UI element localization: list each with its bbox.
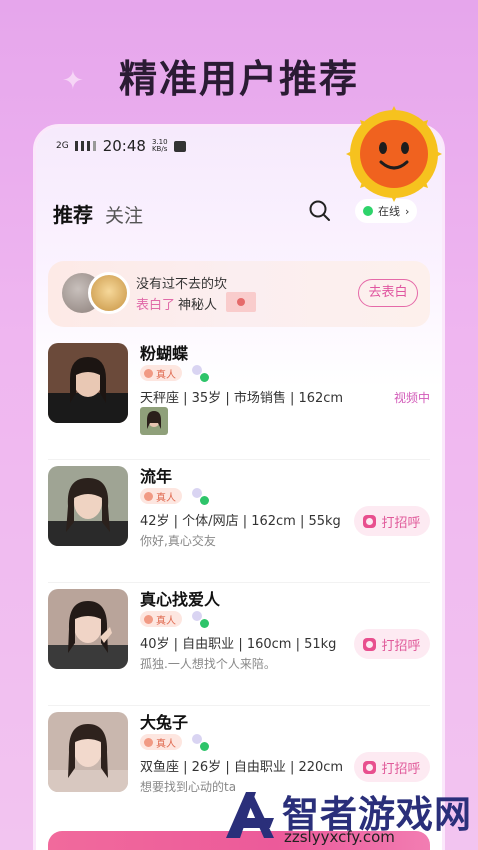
video-status: 视频中 [393, 391, 430, 405]
verified-label: 真人 [156, 615, 176, 627]
greet-label: 打招呼 [381, 761, 421, 777]
banner-target: 神秘人 [178, 298, 218, 313]
confession-banner[interactable]: 没有过不去的坎 表白了 神秘人 去表白 [48, 261, 430, 327]
id-verified-icon [188, 487, 209, 505]
user-thumbnail[interactable] [140, 407, 168, 435]
tab-recommend[interactable]: 推荐 [53, 193, 93, 228]
user-info: 42岁 | 个体/网店 | 162cm | 55kg [140, 514, 341, 529]
greet-button[interactable]: 打招呼 [354, 506, 430, 536]
tab-bar: 推荐 关注 [53, 193, 143, 228]
chat-icon [363, 514, 377, 528]
online-filter[interactable]: 在线 › [355, 199, 418, 223]
banner-line1: 没有过不去的坎 [136, 277, 228, 292]
user-name: 大兔子 [140, 713, 189, 732]
user-name: 真心找爱人 [140, 590, 221, 609]
shield-icon [144, 491, 153, 501]
chat-icon [363, 637, 377, 651]
user-name: 粉蝴蝶 [140, 344, 189, 363]
greet-button[interactable]: 打招呼 [354, 629, 430, 659]
verified-badge: 真人 [140, 488, 182, 504]
user-bio: 你好,真心交友 [140, 534, 216, 548]
user-info: 双鱼座 | 26岁 | 自由职业 | 220cm [140, 760, 344, 775]
shield-icon [144, 614, 153, 624]
verified-label: 真人 [156, 369, 176, 381]
search-icon[interactable] [308, 199, 332, 223]
id-verified-icon [188, 733, 209, 751]
user-bio: 孤独.一人想找个人来陪。 [140, 657, 276, 671]
watermark-url: zzslyyxcfy.com [284, 828, 395, 846]
verified-label: 真人 [156, 738, 176, 750]
user-name: 流年 [140, 467, 173, 486]
badges: 真人 [140, 733, 209, 751]
status-bar: 2G 20:48 3.10 KB/s [56, 137, 186, 155]
user-photo[interactable] [48, 589, 128, 669]
shield-icon [144, 368, 153, 378]
online-dot-icon [363, 206, 373, 216]
verified-badge: 真人 [140, 365, 182, 381]
badges: 真人 [140, 610, 209, 628]
chevron-right-icon: › [405, 204, 410, 218]
id-verified-icon [188, 610, 209, 628]
user-card[interactable]: 流年 真人 42岁 | 个体/网店 | 162cm | 55kg 你好,真心交友… [48, 460, 430, 583]
id-verified-icon [188, 364, 209, 382]
watermark-logo-icon [226, 792, 274, 838]
chat-icon [363, 760, 377, 774]
badges: 真人 [140, 364, 209, 382]
confess-button[interactable]: 去表白 [358, 279, 418, 307]
user-photo[interactable] [48, 466, 128, 546]
network-speed: 3.10 KB/s [152, 139, 168, 153]
verified-label: 真人 [156, 492, 176, 504]
verified-badge: 真人 [140, 734, 182, 750]
sparkle-icon: ✦ [62, 66, 84, 96]
watermark: 智者游戏网 zzslyyxcfy.com [212, 784, 478, 850]
greet-label: 打招呼 [381, 638, 421, 654]
signal-icon [74, 141, 97, 151]
status-time: 20:48 [102, 137, 146, 155]
shield-icon [144, 737, 153, 747]
verified-badge: 真人 [140, 611, 182, 627]
banner-action: 表白了 [136, 298, 176, 313]
phone-frame: 2G 20:48 3.10 KB/s ⏰ 推荐 关注 在线 › 没有过不去的坎 … [33, 124, 445, 850]
tab-follow[interactable]: 关注 [105, 201, 143, 228]
greet-label: 打招呼 [381, 515, 421, 531]
user-list: 粉蝴蝶 真人 天秤座 | 35岁 | 市场销售 | 162cm 视频中 流年 真… [48, 337, 430, 829]
online-label: 在线 [378, 205, 400, 218]
sun-sticker [346, 106, 442, 202]
user-photo[interactable] [48, 343, 128, 423]
badges: 真人 [140, 487, 209, 505]
envelope-icon [226, 292, 256, 312]
user-info: 天秤座 | 35岁 | 市场销售 | 162cm [140, 391, 344, 406]
user-card[interactable]: 粉蝴蝶 真人 天秤座 | 35岁 | 市场销售 | 162cm 视频中 [48, 337, 430, 460]
user-card[interactable]: 真心找爱人 真人 40岁 | 自由职业 | 160cm | 51kg 孤独.一人… [48, 583, 430, 706]
message-icon [173, 140, 186, 152]
user-info: 40岁 | 自由职业 | 160cm | 51kg [140, 637, 337, 652]
greet-button[interactable]: 打招呼 [354, 752, 430, 782]
speed-unit: KB/s [151, 145, 168, 153]
avatar [88, 272, 130, 314]
user-photo[interactable] [48, 712, 128, 792]
network-label: 2G [56, 140, 69, 151]
